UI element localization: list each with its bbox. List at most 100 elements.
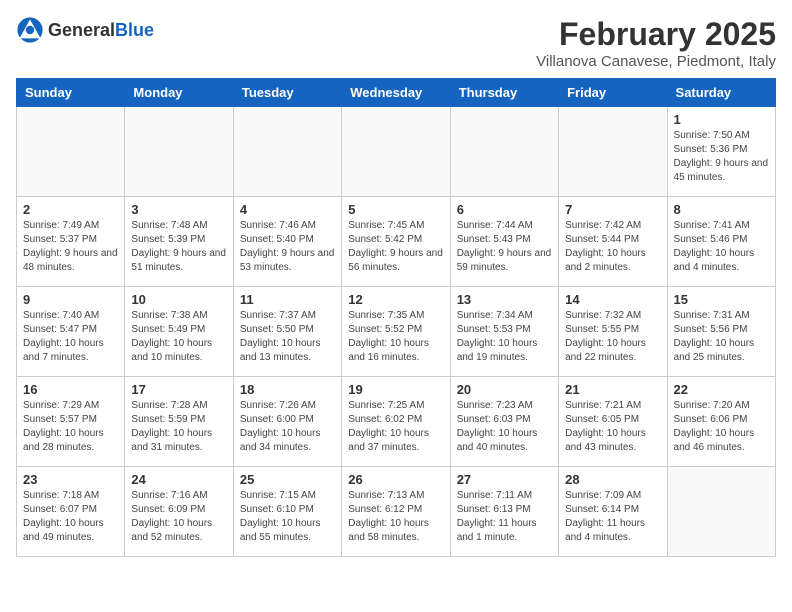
day-detail: Sunrise: 7:35 AM Sunset: 5:52 PM Dayligh… xyxy=(348,309,443,365)
day-number: 12 xyxy=(348,292,443,307)
day-number: 9 xyxy=(23,292,118,307)
day-number: 2 xyxy=(23,202,118,217)
weekday-header-row: SundayMondayTuesdayWednesdayThursdayFrid… xyxy=(17,79,776,107)
week-row-5: 23Sunrise: 7:18 AM Sunset: 6:07 PM Dayli… xyxy=(17,467,776,557)
week-row-4: 16Sunrise: 7:29 AM Sunset: 5:57 PM Dayli… xyxy=(17,377,776,467)
calendar-cell: 27 Sunrise: 7:11 AM Sunset: 6:13 PM Dayli… xyxy=(450,467,558,557)
calendar-cell: 25 Sunrise: 7:15 AM Sunset: 6:10 PM Dayli… xyxy=(233,467,341,557)
day-detail: Sunrise: 7:13 AM Sunset: 6:12 PM Dayligh… xyxy=(348,489,443,545)
day-number: 28 xyxy=(565,472,660,487)
calendar-cell: 28 Sunrise: 7:09 AM Sunset: 6:14 PM Dayli… xyxy=(559,467,667,557)
logo-icon xyxy=(16,16,44,44)
day-number: 10 xyxy=(131,292,226,307)
calendar-cell: 16Sunrise: 7:29 AM Sunset: 5:57 PM Dayli… xyxy=(17,377,125,467)
day-detail: Sunrise: 7:41 AM Sunset: 5:46 PM Dayligh… xyxy=(674,219,769,275)
day-number: 5 xyxy=(348,202,443,217)
calendar-cell xyxy=(667,467,775,557)
day-number: 17 xyxy=(131,382,226,397)
calendar-cell: 6Sunrise: 7:44 AM Sunset: 5:43 PM Daylig… xyxy=(450,197,558,287)
day-detail: Sunrise: 7:11 AM Sunset: 6:13 PM Dayligh… xyxy=(457,489,552,545)
calendar-cell xyxy=(125,107,233,197)
day-detail: Sunrise: 7:15 AM Sunset: 6:10 PM Dayligh… xyxy=(240,489,335,545)
day-number: 19 xyxy=(348,382,443,397)
calendar-cell: 12 Sunrise: 7:35 AM Sunset: 5:52 PM Dayli… xyxy=(342,287,450,377)
logo: GeneralBlue xyxy=(16,16,154,44)
day-detail: Sunrise: 7:20 AM Sunset: 6:06 PM Dayligh… xyxy=(674,399,769,455)
day-number: 20 xyxy=(457,382,552,397)
day-detail: Sunrise: 7:37 AM Sunset: 5:50 PM Dayligh… xyxy=(240,309,335,365)
calendar-cell xyxy=(342,107,450,197)
calendar-cell: 9 Sunrise: 7:40 AM Sunset: 5:47 PM Daylig… xyxy=(17,287,125,377)
day-number: 7 xyxy=(565,202,660,217)
day-number: 11 xyxy=(240,292,335,307)
day-number: 15 xyxy=(674,292,769,307)
calendar-cell: 24 Sunrise: 7:16 AM Sunset: 6:09 PM Dayli… xyxy=(125,467,233,557)
calendar-cell xyxy=(17,107,125,197)
weekday-header-friday: Friday xyxy=(559,79,667,107)
calendar-cell: 20 Sunrise: 7:23 AM Sunset: 6:03 PM Dayli… xyxy=(450,377,558,467)
day-number: 21 xyxy=(565,382,660,397)
weekday-header-tuesday: Tuesday xyxy=(233,79,341,107)
day-detail: Sunrise: 7:18 AM Sunset: 6:07 PM Dayligh… xyxy=(23,489,118,545)
day-detail: Sunrise: 7:32 AM Sunset: 5:55 PM Dayligh… xyxy=(565,309,660,365)
calendar-cell: 26 Sunrise: 7:13 AM Sunset: 6:12 PM Dayli… xyxy=(342,467,450,557)
day-detail: Sunrise: 7:44 AM Sunset: 5:43 PM Dayligh… xyxy=(457,219,552,275)
day-detail: Sunrise: 7:23 AM Sunset: 6:03 PM Dayligh… xyxy=(457,399,552,455)
month-year: February 2025 xyxy=(536,16,776,53)
calendar-cell: 4 Sunrise: 7:46 AM Sunset: 5:40 PM Daylig… xyxy=(233,197,341,287)
weekday-header-monday: Monday xyxy=(125,79,233,107)
calendar-cell: 23Sunrise: 7:18 AM Sunset: 6:07 PM Dayli… xyxy=(17,467,125,557)
day-detail: Sunrise: 7:16 AM Sunset: 6:09 PM Dayligh… xyxy=(131,489,226,545)
day-detail: Sunrise: 7:48 AM Sunset: 5:39 PM Dayligh… xyxy=(131,219,226,275)
day-detail: Sunrise: 7:42 AM Sunset: 5:44 PM Dayligh… xyxy=(565,219,660,275)
calendar-cell: 7 Sunrise: 7:42 AM Sunset: 5:44 PM Daylig… xyxy=(559,197,667,287)
day-detail: Sunrise: 7:50 AM Sunset: 5:36 PM Dayligh… xyxy=(674,129,769,185)
location: Villanova Canavese, Piedmont, Italy xyxy=(536,53,776,70)
calendar-cell: 18 Sunrise: 7:26 AM Sunset: 6:00 PM Dayli… xyxy=(233,377,341,467)
calendar-cell: 13 Sunrise: 7:34 AM Sunset: 5:53 PM Dayli… xyxy=(450,287,558,377)
calendar-cell: 3 Sunrise: 7:48 AM Sunset: 5:39 PM Daylig… xyxy=(125,197,233,287)
calendar-cell: 21Sunrise: 7:21 AM Sunset: 6:05 PM Dayli… xyxy=(559,377,667,467)
calendar-cell: 11 Sunrise: 7:37 AM Sunset: 5:50 PM Dayli… xyxy=(233,287,341,377)
calendar-cell: 2 Sunrise: 7:49 AM Sunset: 5:37 PM Daylig… xyxy=(17,197,125,287)
day-number: 13 xyxy=(457,292,552,307)
day-number: 27 xyxy=(457,472,552,487)
calendar-cell: 14Sunrise: 7:32 AM Sunset: 5:55 PM Dayli… xyxy=(559,287,667,377)
week-row-3: 9 Sunrise: 7:40 AM Sunset: 5:47 PM Daylig… xyxy=(17,287,776,377)
day-number: 26 xyxy=(348,472,443,487)
logo-text-general: General xyxy=(48,20,115,40)
day-detail: Sunrise: 7:40 AM Sunset: 5:47 PM Dayligh… xyxy=(23,309,118,365)
week-row-2: 2 Sunrise: 7:49 AM Sunset: 5:37 PM Daylig… xyxy=(17,197,776,287)
day-detail: Sunrise: 7:49 AM Sunset: 5:37 PM Dayligh… xyxy=(23,219,118,275)
day-detail: Sunrise: 7:45 AM Sunset: 5:42 PM Dayligh… xyxy=(348,219,443,275)
day-detail: Sunrise: 7:46 AM Sunset: 5:40 PM Dayligh… xyxy=(240,219,335,275)
day-detail: Sunrise: 7:25 AM Sunset: 6:02 PM Dayligh… xyxy=(348,399,443,455)
day-detail: Sunrise: 7:28 AM Sunset: 5:59 PM Dayligh… xyxy=(131,399,226,455)
weekday-header-sunday: Sunday xyxy=(17,79,125,107)
weekday-header-saturday: Saturday xyxy=(667,79,775,107)
day-number: 1 xyxy=(674,112,769,127)
day-detail: Sunrise: 7:34 AM Sunset: 5:53 PM Dayligh… xyxy=(457,309,552,365)
calendar-cell xyxy=(233,107,341,197)
calendar-cell: 15Sunrise: 7:31 AM Sunset: 5:56 PM Dayli… xyxy=(667,287,775,377)
day-number: 24 xyxy=(131,472,226,487)
weekday-header-thursday: Thursday xyxy=(450,79,558,107)
title-area: February 2025 Villanova Canavese, Piedmo… xyxy=(536,16,776,70)
day-detail: Sunrise: 7:29 AM Sunset: 5:57 PM Dayligh… xyxy=(23,399,118,455)
day-number: 4 xyxy=(240,202,335,217)
day-detail: Sunrise: 7:26 AM Sunset: 6:00 PM Dayligh… xyxy=(240,399,335,455)
calendar-cell: 5 Sunrise: 7:45 AM Sunset: 5:42 PM Daylig… xyxy=(342,197,450,287)
week-row-1: 1 Sunrise: 7:50 AM Sunset: 5:36 PM Daylig… xyxy=(17,107,776,197)
logo-text-blue: Blue xyxy=(115,20,154,40)
calendar-cell: 22 Sunrise: 7:20 AM Sunset: 6:06 PM Dayli… xyxy=(667,377,775,467)
day-number: 25 xyxy=(240,472,335,487)
day-number: 22 xyxy=(674,382,769,397)
header: GeneralBlue February 2025 Villanova Cana… xyxy=(16,16,776,70)
calendar-cell: 1 Sunrise: 7:50 AM Sunset: 5:36 PM Daylig… xyxy=(667,107,775,197)
calendar-cell: 19 Sunrise: 7:25 AM Sunset: 6:02 PM Dayli… xyxy=(342,377,450,467)
weekday-header-wednesday: Wednesday xyxy=(342,79,450,107)
day-number: 18 xyxy=(240,382,335,397)
calendar-cell xyxy=(559,107,667,197)
day-detail: Sunrise: 7:09 AM Sunset: 6:14 PM Dayligh… xyxy=(565,489,660,545)
day-number: 3 xyxy=(131,202,226,217)
